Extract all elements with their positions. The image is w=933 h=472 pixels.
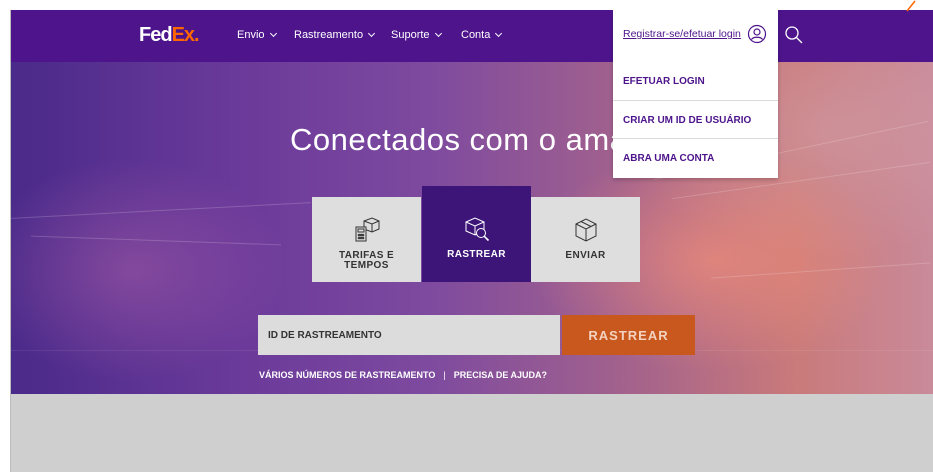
chevron-down-icon [368, 29, 376, 38]
tracking-links: VÁRIOS NÚMEROS DE RASTREAMENTO | PRECISA… [259, 370, 547, 380]
tile-label: ENVIAR [565, 250, 606, 261]
search-icon[interactable] [783, 24, 805, 46]
calculator-box-icon [355, 217, 379, 242]
hero-headline: Conectados com o ama [290, 122, 628, 157]
tile-ship[interactable]: ENVIAR [531, 197, 640, 282]
menu-item-create-user-id[interactable]: CRIAR UM ID DE USUÁRIO [613, 100, 778, 139]
nav-item-label: Suporte [391, 29, 430, 41]
nav-item-tracking[interactable]: Rastreamento [294, 29, 376, 41]
nav-item-account[interactable]: Conta [461, 29, 503, 41]
chevron-down-icon [269, 29, 277, 38]
nav-item-label: Rastreamento [294, 29, 364, 41]
menu-item-login[interactable]: EFETUAR LOGIN [613, 62, 778, 101]
nav-item-label: Conta [461, 29, 491, 41]
login-register-button[interactable]: Registrar-se/efetuar login [623, 24, 767, 44]
cursor-trail-mark [906, 0, 916, 12]
chevron-down-icon [434, 29, 442, 38]
tile-rates-times[interactable]: TARIFAS E TEMPOS [312, 197, 421, 282]
menu-item-open-account[interactable]: ABRA UMA CONTA [613, 138, 778, 177]
package-search-icon [465, 217, 489, 242]
tile-label: RASTREAR [447, 249, 506, 260]
hero-banner: Conectados com o ama TARIFAS E TEMPOS RA… [11, 10, 933, 394]
chevron-down-icon [495, 29, 503, 38]
box-icon [575, 218, 596, 242]
login-dropdown: Registrar-se/efetuar login EFETUAR LOGIN… [613, 10, 778, 178]
login-label: Registrar-se/efetuar login [623, 28, 741, 40]
nav-item-label: Envio [237, 29, 265, 41]
track-button[interactable]: RASTREAR [562, 315, 695, 355]
tracking-id-input[interactable] [258, 315, 560, 355]
nav-item-shipping[interactable]: Envio [237, 29, 277, 41]
link-separator: | [443, 370, 446, 380]
nav-item-support[interactable]: Suporte [391, 29, 442, 41]
help-link[interactable]: PRECISA DE AJUDA? [454, 370, 547, 380]
multiple-tracking-link[interactable]: VÁRIOS NÚMEROS DE RASTREAMENTO [259, 370, 435, 380]
fedex-logo[interactable]: FedEx. [139, 24, 200, 47]
top-nav: FedEx. Envio Rastreamento Suporte Conta [11, 10, 933, 62]
user-icon [747, 24, 766, 44]
tile-track[interactable]: RASTREAR [422, 186, 531, 282]
tile-label: TARIFAS E TEMPOS [338, 250, 395, 271]
page-frame: Conectados com o ama TARIFAS E TEMPOS RA… [10, 10, 933, 472]
